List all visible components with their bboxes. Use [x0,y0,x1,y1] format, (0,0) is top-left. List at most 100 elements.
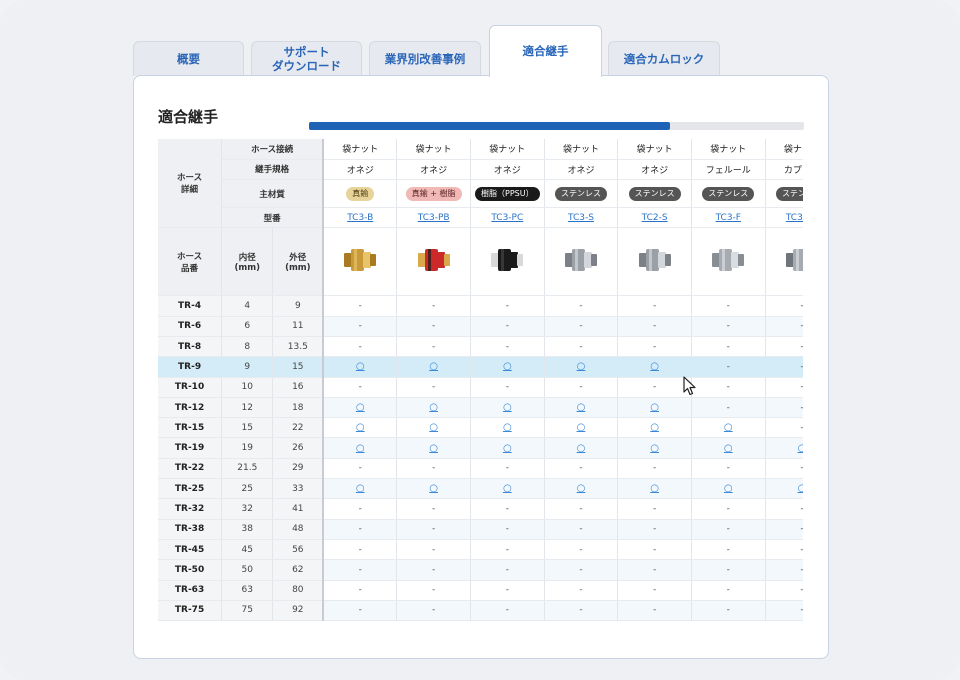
outer-diameter: 48 [272,519,325,540]
compatible-mark[interactable]: ○ [356,402,365,413]
material-cell-0: 真鍮 [323,179,398,209]
compatible-mark[interactable]: ○ [356,422,365,433]
inner-diameter: 25 [221,478,274,500]
compat-cell: - [470,316,545,337]
compatible-mark[interactable]: ○ [650,422,659,433]
compatible-mark[interactable]: ○ [577,443,586,454]
table-row[interactable]: TR-449-------- [158,295,803,317]
compatible-mark[interactable]: ○ [798,483,803,494]
compat-cell: - [323,580,398,601]
compatible-mark[interactable]: ○ [429,483,438,494]
tab-support-download[interactable]: サポート ダウンロード [251,41,362,76]
compat-cell: - [470,559,545,581]
table-row[interactable]: TR-191926○○○○○○○- [158,437,803,459]
compatibility-table-scroll[interactable]: ホース 詳細 ホース接続 袋ナット袋ナット袋ナット袋ナット袋ナット袋ナット袋ナッ… [158,139,803,635]
compatible-mark[interactable]: ○ [577,483,586,494]
model-link-tc3-pc[interactable]: TC3-PC [491,213,523,223]
fitting-brass-image[interactable] [342,249,378,281]
table-row[interactable]: TR-757592-------- [158,600,803,622]
table-row[interactable]: TR-2221.529-------- [158,458,803,480]
compatible-mark[interactable]: ○ [724,422,733,433]
table-row[interactable]: TR-505062-------○ [158,559,803,581]
compat-cell: - [765,580,803,601]
inner-diameter: 19 [221,437,274,459]
compat-cell: - [470,539,545,561]
model-link-tc3-s[interactable]: TC3-S [568,213,594,223]
compatible-mark[interactable]: ○ [356,483,365,494]
inner-diameter: 10 [221,377,274,398]
not-compatible-mark: - [726,361,730,372]
model-link-tc3-pb[interactable]: TC3-PB [418,213,450,223]
material-badge: 樹脂（PPSU） [475,186,540,201]
compatible-mark[interactable]: ○ [650,483,659,494]
table-row[interactable]: TR-454556-------- [158,539,803,561]
table-row[interactable]: TR-383848-------○ [158,519,803,540]
tab-bar: 概要 サポート ダウンロード 業界別改善事例 適合継手 適合カムロック [133,0,833,77]
model-link-tc3-f[interactable]: TC3-F [716,213,741,223]
model-link-tc3-cs[interactable]: TC3-CS [786,213,803,223]
fitting-black-image[interactable] [489,249,525,281]
not-compatible-mark: - [432,504,436,514]
table-row[interactable]: TR-151522○○○○○○-- [158,417,803,439]
table-row[interactable]: TR-636380-------- [158,580,803,601]
compatible-mark[interactable]: ○ [503,402,512,413]
tab-overview[interactable]: 概要 [133,41,244,76]
material-badge: 真鍮 [346,186,375,201]
compatible-mark[interactable]: ○ [577,361,586,372]
compat-cell: ○ [396,478,471,500]
compatible-mark[interactable]: ○ [503,483,512,494]
compatible-mark[interactable]: ○ [724,443,733,454]
compatible-mark[interactable]: ○ [356,443,365,454]
hose-part-number: TR-4 [158,295,223,317]
compatible-mark[interactable]: ○ [798,443,803,454]
fitting-coupler-image[interactable] [784,249,803,281]
table-row[interactable]: TR-101016-------- [158,377,803,398]
table-row[interactable]: TR-121218○○○○○--- [158,397,803,419]
product-image-cell-0 [323,227,398,297]
compatible-mark[interactable]: ○ [650,361,659,372]
table-row[interactable]: TR-252533○○○○○○○- [158,478,803,500]
compatible-mark[interactable]: ○ [356,361,365,372]
not-compatible-mark: - [800,524,803,534]
table-row[interactable]: TR-8813.5-------- [158,336,803,358]
fitting-steel-image[interactable] [637,249,673,281]
compat-cell: - [470,600,545,622]
fitting-red-image[interactable] [416,249,452,281]
compat-cell: - [396,377,471,398]
compatible-mark[interactable]: ○ [429,402,438,413]
compatible-mark[interactable]: ○ [577,422,586,433]
hose-part-number: TR-19 [158,437,223,459]
compatible-mark[interactable]: ○ [429,422,438,433]
compatible-mark[interactable]: ○ [650,402,659,413]
compat-cell: ○ [323,437,398,459]
table-row[interactable]: TR-9915○○○○○--- [158,356,803,378]
compatible-mark[interactable]: ○ [577,402,586,413]
outer-diameter: 92 [272,600,325,622]
compat-cell: ○ [691,437,766,459]
compatible-mark[interactable]: ○ [503,422,512,433]
compatible-mark[interactable]: ○ [503,443,512,454]
model-cell-4: TC2-S [617,207,692,229]
model-link-tc2-s[interactable]: TC2-S [642,213,668,223]
compatible-mark[interactable]: ○ [724,483,733,494]
compat-cell: - [691,356,766,378]
fitting-steel-image[interactable] [563,249,599,281]
not-compatible-mark: - [432,301,436,312]
tab-compatible-camlock[interactable]: 適合カムロック [608,41,720,76]
model-link-tc3-b[interactable]: TC3-B [347,213,373,223]
content-panel: 適合継手 ホース 詳細 ホース接続 袋ナット 袋ナット 袋ナット 袋ナット 袋ナット 袋ナ… [133,75,829,659]
tab-industry-cases[interactable]: 業界別改善事例 [369,41,481,76]
fitting-ferrule-image[interactable] [710,249,746,281]
not-compatible-mark: - [432,605,436,616]
scroll-progress-bar[interactable] [309,122,804,130]
compatible-mark[interactable]: ○ [650,443,659,454]
not-compatible-mark: - [505,564,509,575]
table-row[interactable]: TR-323241-------○ [158,498,803,520]
compat-cell: - [544,458,619,480]
compatible-mark[interactable]: ○ [429,361,438,372]
compatible-mark[interactable]: ○ [503,361,512,372]
compatibility-table: ホース 詳細 ホース接続 袋ナット袋ナット袋ナット袋ナット袋ナット袋ナット袋ナッ… [158,139,803,622]
table-row[interactable]: TR-6611-------- [158,316,803,337]
tab-compatible-fittings[interactable]: 適合継手 [489,25,602,77]
compatible-mark[interactable]: ○ [429,443,438,454]
